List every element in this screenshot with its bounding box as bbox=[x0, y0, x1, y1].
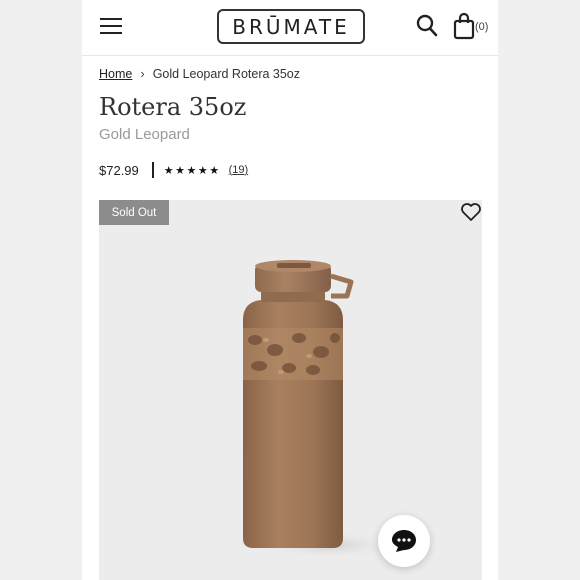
chevron-right-icon: › bbox=[140, 66, 145, 81]
price-rating-row: $72.99 ★★★★★ (19) bbox=[99, 162, 248, 178]
logo-text: BRŪMATE bbox=[232, 14, 350, 39]
search-icon[interactable] bbox=[416, 14, 438, 38]
chat-bubble-icon bbox=[392, 530, 416, 552]
right-margin bbox=[498, 0, 580, 580]
review-count: 19 bbox=[232, 164, 245, 176]
divider bbox=[151, 162, 154, 178]
breadcrumb-home-link[interactable]: Home bbox=[99, 67, 132, 81]
sold-out-badge: Sold Out bbox=[99, 200, 169, 225]
product-page: BRŪMATE (0) Home › Gold Leopard Rotera 3… bbox=[82, 0, 498, 580]
breadcrumb: Home › Gold Leopard Rotera 35oz bbox=[99, 66, 300, 81]
product-price: $72.99 bbox=[99, 162, 139, 178]
left-margin bbox=[0, 0, 84, 580]
chat-button[interactable] bbox=[378, 515, 430, 567]
site-header: BRŪMATE (0) bbox=[82, 0, 498, 56]
heart-icon[interactable] bbox=[460, 202, 482, 222]
review-count-link[interactable]: (19) bbox=[229, 164, 249, 176]
product-title: Rotera 35oz bbox=[99, 93, 247, 121]
star-rating-icon[interactable]: ★★★★★ bbox=[164, 164, 221, 177]
cart-count[interactable]: (0) bbox=[475, 21, 488, 33]
product-image bbox=[243, 260, 399, 559]
shopping-bag-icon[interactable] bbox=[452, 12, 476, 40]
product-image-gallery[interactable]: Sold Out bbox=[99, 200, 482, 580]
breadcrumb-current: Gold Leopard Rotera 35oz bbox=[152, 66, 301, 81]
hamburger-menu-icon[interactable] bbox=[100, 15, 124, 37]
brand-logo[interactable]: BRŪMATE bbox=[217, 9, 365, 44]
product-variant: Gold Leopard bbox=[99, 126, 190, 143]
